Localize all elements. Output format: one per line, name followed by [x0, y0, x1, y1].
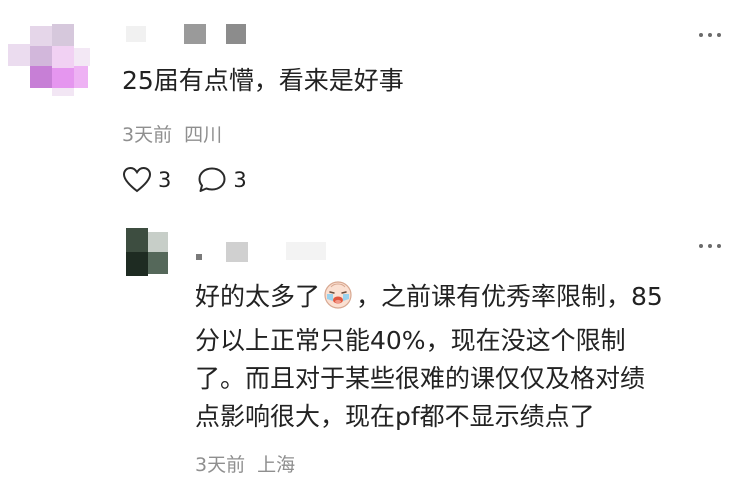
- reply-text-line-1: 好的太多了 ，之前课有优秀率限制，85: [195, 278, 663, 322]
- more-options-button[interactable]: [699, 33, 721, 37]
- reply-meta: 3天前 上海: [195, 450, 295, 477]
- like-button[interactable]: 3: [122, 166, 171, 194]
- reply-username[interactable]: [196, 240, 356, 264]
- comment-time: 3天前: [122, 124, 173, 146]
- comment-location: 四川: [184, 124, 223, 146]
- username[interactable]: [126, 24, 266, 44]
- more-dots-icon: [699, 33, 703, 37]
- reply-text-line-3: 了。而且对于某些很难的课仅仅及格对绩: [195, 364, 646, 393]
- reply-count: 3: [233, 168, 247, 192]
- reply-text-line-4: 点影响很大，现在pf都不显示绩点了: [195, 402, 595, 431]
- reply-button[interactable]: 3: [197, 166, 247, 194]
- like-count: 3: [158, 168, 172, 192]
- comment-bubble-icon: [198, 167, 226, 192]
- reply-text: 好的太多了 ，之前课有优秀率限制，85 分以上正常只能40%，现在没这个限制 了…: [195, 278, 663, 436]
- more-dots-icon: [699, 244, 703, 248]
- comment-meta: 3天前 四川: [122, 120, 222, 147]
- reply-more-options-button[interactable]: [699, 244, 721, 248]
- comment-text: 25届有点懵，看来是好事: [122, 66, 404, 95]
- reply-time: 3天前: [195, 454, 246, 476]
- reply-text-line-2: 分以上正常只能40%，现在没这个限制: [195, 326, 626, 355]
- reply-avatar[interactable]: [126, 228, 170, 276]
- heart-outline-icon: [122, 166, 152, 193]
- comment-actions: 3 3: [122, 166, 273, 194]
- avatar[interactable]: [8, 14, 90, 96]
- reply-location: 上海: [257, 454, 296, 476]
- crying-laughing-face-icon: [322, 279, 354, 322]
